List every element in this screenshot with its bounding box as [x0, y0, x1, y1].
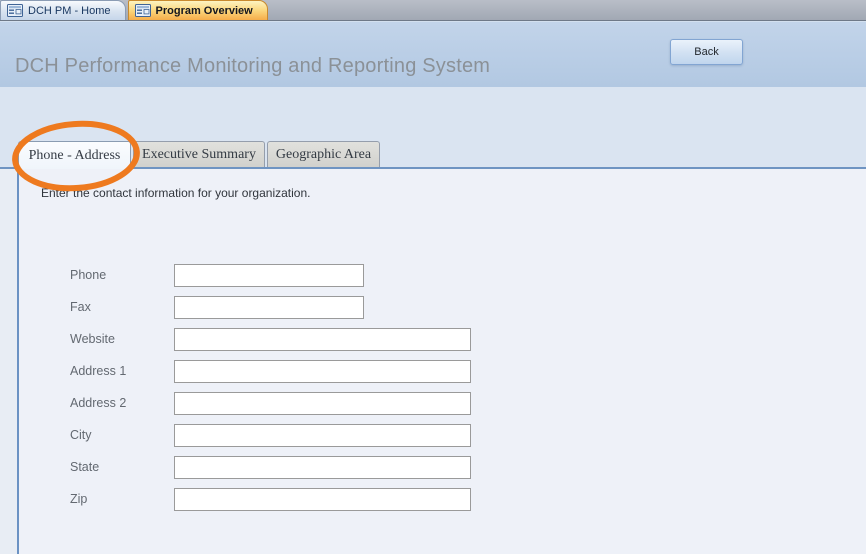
form-icon — [135, 4, 151, 17]
instruction-text: Enter the contact information for your o… — [41, 186, 310, 200]
address2-label: Address 2 — [70, 396, 126, 410]
phone-label: Phone — [70, 268, 106, 282]
page-left-margin — [0, 169, 17, 554]
city-label: City — [70, 428, 92, 442]
city-input[interactable] — [174, 424, 471, 447]
doc-tab-dch-pm-home[interactable]: DCH PM - Home — [0, 0, 126, 20]
tab-phone-address[interactable]: Phone - Address — [18, 141, 131, 169]
phone-input[interactable] — [174, 264, 364, 287]
page-left-border — [17, 169, 19, 554]
application-window: DCH PM - Home Program Overview DCH Perfo… — [0, 0, 866, 554]
form-header: DCH Performance Monitoring and Reporting… — [0, 21, 866, 87]
document-tab-bar: DCH PM - Home Program Overview — [0, 0, 866, 21]
state-input[interactable] — [174, 456, 471, 479]
fax-label: Fax — [70, 300, 91, 314]
form-icon — [7, 4, 23, 17]
doc-tab-label: DCH PM - Home — [28, 5, 111, 17]
zip-label: Zip — [70, 492, 87, 506]
back-button[interactable]: Back — [670, 39, 743, 65]
doc-tab-program-overview[interactable]: Program Overview — [128, 0, 268, 20]
tab-geographic-area[interactable]: Geographic Area — [267, 141, 380, 167]
page-title: DCH Performance Monitoring and Reporting… — [15, 55, 490, 78]
tab-executive-summary[interactable]: Executive Summary — [133, 141, 265, 167]
doc-tab-label: Program Overview — [156, 5, 253, 17]
phone-address-tab-page: Enter the contact information for your o… — [0, 169, 866, 554]
website-input[interactable] — [174, 328, 471, 351]
address1-input[interactable] — [174, 360, 471, 383]
website-label: Website — [70, 332, 115, 346]
fax-input[interactable] — [174, 296, 364, 319]
address2-input[interactable] — [174, 392, 471, 415]
state-label: State — [70, 460, 99, 474]
address1-label: Address 1 — [70, 364, 126, 378]
zip-input[interactable] — [174, 488, 471, 511]
